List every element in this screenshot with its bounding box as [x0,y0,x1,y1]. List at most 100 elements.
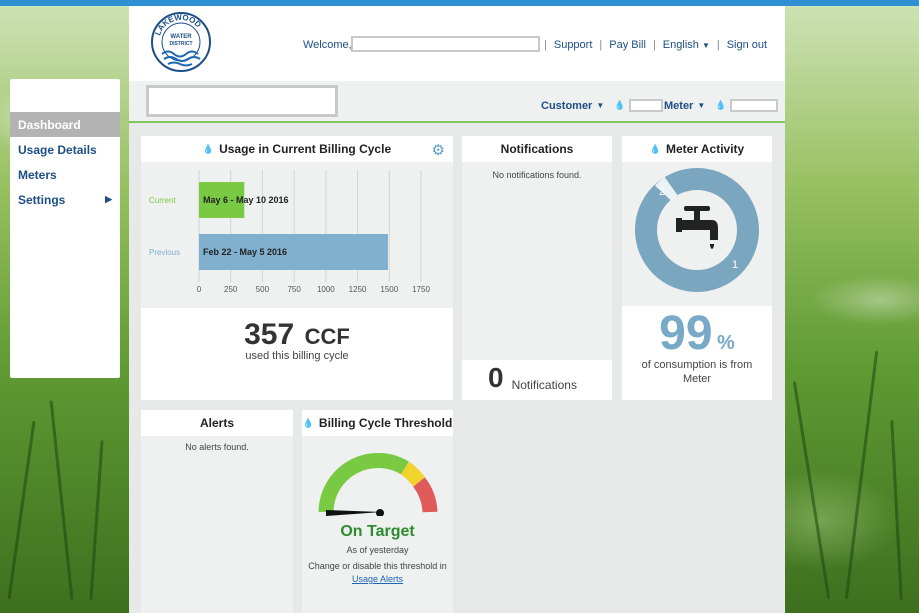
meter-field[interactable] [730,99,779,112]
notifications-empty-text: No notifications found. [492,170,582,180]
water-drop-icon: 💧 [202,143,215,154]
usage-caption: used this billing cycle [245,350,349,362]
meter-selector[interactable]: Meter ▼ 💧 [664,99,779,112]
x-tick-label: 750 [287,285,301,294]
meter-percent: 99 % of consumption is from Meter [622,306,772,386]
x-tick-label: 0 [197,285,202,294]
alerts-card-title: Alerts [141,410,293,436]
meter-activity-title-text: Meter Activity [665,142,745,156]
sidebar-item-label: Usage Details [18,142,97,157]
logo[interactable]: WATER DISTRICT LAKEWOOD [150,11,212,73]
divider: | [716,39,720,51]
customer-selector[interactable]: Customer ▼ 💧 [541,99,664,112]
sidebar-item-usage-details[interactable]: Usage Details [10,137,120,162]
meter-activity-card: 💧 Meter Activity 2 1 99 % of consumption… [622,136,772,400]
ring-label-top: 2 [659,186,665,198]
svg-text:WATER: WATER [170,34,192,40]
usage-summary: 357 CCF used this billing cycle [141,318,453,362]
meter-percent-value: 99 [659,307,713,360]
threshold-change-text: Change or disable this threshold in [308,561,447,571]
notifications-count-value: 0 [488,362,504,393]
sidebar-item-meters[interactable]: Meters [10,162,120,187]
faucet-icon [676,206,718,249]
app-container: WATER DISTRICT LAKEWOOD Welcome, | Suppo… [129,6,785,613]
pay-bill-link[interactable]: Pay Bill [609,39,646,51]
x-tick-label: 250 [224,285,238,294]
divider: | [544,39,547,51]
caret-right-icon: ▶ [105,194,112,204]
meter-percent-sign: % [717,332,735,354]
usage-unit: CCF [304,324,350,349]
sidebar-item-dashboard[interactable]: Dashboard [10,112,120,137]
welcome-name-field [351,36,540,52]
x-tick-label: 1000 [317,285,335,294]
sidebar-item-label: Dashboard [18,117,81,132]
usage-card-title: 💧 Usage in Current Billing Cycle [141,136,453,162]
meter-ring-area: 2 1 [622,162,772,306]
meter-activity-card-title: 💧 Meter Activity [622,136,772,162]
bar-data-label: May 6 - May 10 2016 [203,195,289,205]
water-drop-icon: 💧 [302,417,314,428]
ring-label-bottom: 1 [732,259,738,271]
usage-chart: 0 250 500 750 1000 1250 1500 1750 Current May 6 -… [149,170,430,294]
search-input[interactable] [146,85,338,117]
caret-down-icon: ▼ [596,101,605,110]
sidebar: Dashboard Usage Details Meters Settings … [10,79,120,378]
svg-text:DISTRICT: DISTRICT [169,41,192,47]
notifications-card-title: Notifications [462,136,612,162]
threshold-status-block: On Target As of yesterday Change or disa… [302,523,453,584]
threshold-card-title: 💧 Billing Cycle Threshold [302,410,453,436]
x-tick-label: 1250 [349,285,367,294]
sidebar-item-settings[interactable]: Settings ▶ [10,187,120,212]
notifications-card: Notifications No notifications found. 0 … [462,136,612,400]
top-links: | Support | Pay Bill | English ▼ | Sign … [544,39,767,51]
customer-label: Customer [541,99,593,112]
sidebar-item-label: Settings [18,192,66,207]
notifications-count[interactable]: 0 Notifications [488,362,577,393]
divider: | [599,39,603,51]
gauge-needle [326,510,382,516]
alerts-empty-text: No alerts found. [185,442,249,452]
usage-card-title-text: Usage in Current Billing Cycle [219,142,392,156]
category-label: Current [149,196,176,205]
support-link[interactable]: Support [554,39,593,51]
sign-out-link[interactable]: Sign out [727,39,767,51]
threshold-status: On Target [340,523,415,540]
alerts-card: Alerts No alerts found. [141,410,293,613]
language-dropdown[interactable]: English ▼ [663,39,710,51]
threshold-card: 💧 Billing Cycle Threshold On Target As o… [302,410,453,613]
meter-label: Meter [664,99,694,112]
customer-field[interactable] [629,99,664,112]
threshold-title-text: Billing Cycle Threshold [318,416,453,430]
category-label: Previous [149,248,180,257]
bar-data-label: Feb 22 - May 5 2016 [203,247,287,257]
threshold-gauge [318,452,438,517]
caret-down-icon: ▼ [697,101,706,110]
water-drop-icon: 💧 [649,143,661,154]
sidebar-item-label: Meters [18,167,57,182]
water-drop-icon: 💧 [715,100,727,110]
usage-card: 💧 Usage in Current Billing Cycle ⚙ 0 250 5… [141,136,453,400]
language-label: English [662,39,699,51]
caret-down-icon: ▼ [701,41,710,50]
x-tick-label: 500 [256,285,270,294]
threshold-as-of: As of yesterday [346,545,409,555]
usage-amount: 357 [244,318,295,351]
selector-bar: Customer ▼ 💧 Meter ▼ 💧 [129,81,785,123]
welcome-label: Welcome, [303,39,352,51]
notifications-count-label: Notifications [511,378,577,392]
x-tick-label: 1500 [380,285,398,294]
divider: | [652,39,656,51]
x-tick-label: 1750 [412,285,430,294]
alerts-list: No alerts found. [141,436,293,613]
meter-caption: of consumption is from Meter [641,359,753,385]
water-drop-icon: 💧 [614,100,626,110]
gear-icon[interactable]: ⚙ [432,141,445,159]
usage-chart-area: 0 250 500 750 1000 1250 1500 1750 Current May 6 -… [141,162,453,308]
usage-alerts-link[interactable]: Usage Alerts [302,574,453,584]
threshold-body: On Target As of yesterday Change or disa… [302,436,453,613]
logo-emblem-icon: WATER DISTRICT LAKEWOOD [151,12,211,72]
notifications-list: No notifications found. [462,162,612,360]
header: WATER DISTRICT LAKEWOOD Welcome, | Suppo… [129,6,785,81]
meter-ring-chart: 2 1 [635,168,759,292]
